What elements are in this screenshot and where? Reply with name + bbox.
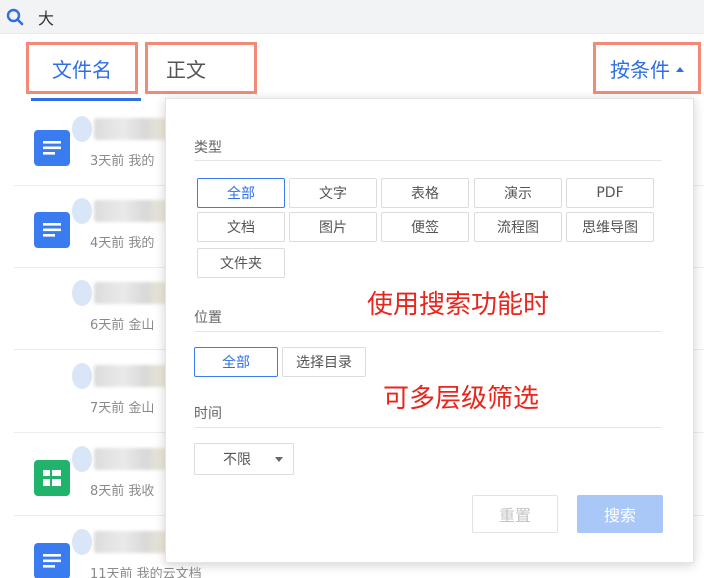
doc-icon: [34, 130, 70, 166]
location-option[interactable]: 全部: [194, 347, 278, 377]
filter-by-conditions-label: 按条件: [610, 57, 670, 82]
search-button[interactable]: 搜索: [577, 495, 663, 533]
file-meta: 7天前 金山: [90, 401, 155, 416]
tab-filename-label: 文件名: [52, 57, 112, 82]
type-option[interactable]: 表格: [381, 178, 469, 208]
file-meta: 3天前 我的: [90, 154, 155, 169]
annotation-text: 使用搜索功能时: [367, 290, 550, 320]
sheet-icon: [34, 460, 70, 496]
type-option[interactable]: PDF: [566, 178, 654, 208]
chevron-down-icon: [275, 457, 283, 462]
avatar: [72, 198, 92, 224]
time-select-value: 不限: [223, 452, 251, 468]
doc-icon: [34, 543, 70, 578]
type-option[interactable]: 文档: [197, 212, 285, 242]
type-option[interactable]: 文字: [289, 178, 377, 208]
avatar: [72, 363, 92, 389]
caret-up-icon: [676, 66, 684, 72]
blurred-file-name: [94, 200, 168, 222]
file-meta: 4天前 我的: [90, 236, 155, 251]
type-option[interactable]: 便签: [381, 212, 469, 242]
blurred-file-name: [94, 448, 168, 470]
avatar: [72, 446, 92, 472]
time-select[interactable]: 不限: [194, 443, 294, 475]
type-option[interactable]: 思维导图: [566, 212, 654, 242]
time-section-label: 时间: [194, 406, 222, 422]
blurred-file-name: [94, 118, 168, 140]
filter-panel: 类型 全部 文字 表格 演示 PDF 文档 图片 便签 流程图 思维导图 文件夹 位置 全部 选择目录…: [165, 98, 694, 563]
annotation-text: 可多层级筛选: [383, 384, 540, 414]
divider: [194, 160, 662, 161]
tab-body-label: 正文: [166, 57, 206, 82]
blurred-file-name: [94, 282, 168, 304]
avatar: [72, 280, 92, 306]
divider: [194, 331, 662, 332]
active-tab-indicator: [31, 98, 141, 101]
search-input[interactable]: 大: [38, 5, 54, 29]
avatar: [72, 116, 92, 142]
tab-body-text[interactable]: 正文: [145, 42, 257, 94]
file-meta: 6天前 金山: [90, 318, 155, 333]
type-section-label: 类型: [194, 140, 222, 156]
doc-icon: [34, 212, 70, 248]
image-icon: [34, 377, 70, 413]
location-option[interactable]: 选择目录: [282, 347, 366, 377]
image-icon: [34, 294, 70, 330]
tab-filename[interactable]: 文件名: [26, 42, 138, 94]
blurred-file-name: [94, 531, 168, 553]
type-option[interactable]: 流程图: [474, 212, 562, 242]
filter-by-conditions-button[interactable]: 按条件: [593, 42, 701, 94]
search-icon: [6, 8, 24, 26]
avatar: [72, 529, 92, 555]
type-option[interactable]: 全部: [197, 178, 285, 208]
search-bar[interactable]: 大: [0, 0, 704, 34]
file-meta: 8天前 我收: [90, 484, 155, 499]
type-option[interactable]: 演示: [474, 178, 562, 208]
divider: [194, 427, 662, 428]
reset-button[interactable]: 重置: [472, 495, 558, 533]
file-meta: 11天前 我的云文档: [90, 567, 202, 578]
blurred-file-name: [94, 365, 168, 387]
type-option[interactable]: 文件夹: [197, 248, 285, 278]
location-section-label: 位置: [194, 310, 222, 326]
type-option[interactable]: 图片: [289, 212, 377, 242]
